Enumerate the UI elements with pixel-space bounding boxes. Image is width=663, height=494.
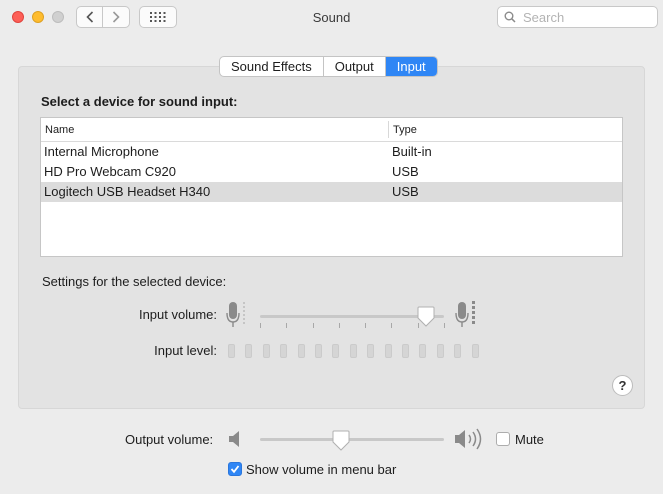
level-segment xyxy=(280,344,288,358)
search-input[interactable] xyxy=(521,8,651,26)
column-divider[interactable] xyxy=(388,121,389,138)
level-segment xyxy=(332,344,340,358)
slider-thumb[interactable] xyxy=(416,306,436,328)
table-row[interactable]: HD Pro Webcam C920 USB xyxy=(41,162,622,182)
speaker-low-icon xyxy=(229,431,239,447)
show-volume-checkbox[interactable] xyxy=(228,462,242,476)
level-segment xyxy=(471,344,479,358)
tab-input[interactable]: Input xyxy=(385,57,437,76)
settings-label: Settings for the selected device: xyxy=(42,274,227,289)
speaker-high-icon xyxy=(455,428,482,450)
table-header: Name Type xyxy=(41,118,622,142)
level-segment xyxy=(228,344,235,358)
tab-output[interactable]: Output xyxy=(324,57,386,76)
level-segment xyxy=(245,344,253,358)
level-segment xyxy=(349,344,357,358)
search-icon xyxy=(504,11,516,23)
level-segment xyxy=(262,344,270,358)
column-header-type[interactable]: Type xyxy=(393,124,417,136)
slider-tick xyxy=(286,323,288,328)
checkmark-icon xyxy=(230,465,240,474)
slider-tick xyxy=(338,323,340,328)
search-field[interactable] xyxy=(497,6,658,28)
level-segment xyxy=(454,344,462,358)
level-segment xyxy=(297,344,305,358)
input-volume-slider[interactable] xyxy=(258,306,446,332)
output-volume-slider[interactable] xyxy=(258,430,446,456)
level-segment xyxy=(419,344,427,358)
tab-sound-effects[interactable]: Sound Effects xyxy=(220,57,324,76)
device-name: Logitech USB Headset H340 xyxy=(44,184,211,199)
table-row[interactable]: Internal Microphone Built-in xyxy=(41,142,622,162)
device-type: USB xyxy=(392,164,419,179)
slider-track xyxy=(260,438,444,441)
input-level-label: Input level: xyxy=(154,343,217,358)
title-bar: Sound xyxy=(0,0,663,36)
microphone-high-icon xyxy=(455,301,475,327)
level-segment xyxy=(436,344,444,358)
level-segment xyxy=(402,344,409,358)
input-device-table[interactable]: Name Type Internal Microphone Built-in H… xyxy=(40,117,623,257)
device-name: Internal Microphone xyxy=(44,144,159,159)
slider-tick xyxy=(444,323,445,328)
show-volume-label: Show volume in menu bar xyxy=(246,462,397,477)
slider-tick xyxy=(312,323,314,328)
level-segment xyxy=(367,344,375,358)
slider-tick xyxy=(260,323,261,328)
column-header-name[interactable]: Name xyxy=(45,124,74,136)
device-list-heading: Select a device for sound input: xyxy=(41,94,238,109)
output-volume-label: Output volume: xyxy=(125,432,214,447)
device-type: USB xyxy=(392,184,419,199)
slider-tick xyxy=(365,323,367,328)
level-segment xyxy=(315,344,322,358)
mute-label: Mute xyxy=(515,432,544,447)
slider-tick xyxy=(391,323,393,328)
help-button[interactable]: ? xyxy=(612,375,633,396)
device-type: Built-in xyxy=(392,144,432,159)
tab-bar: Sound Effects Output Input xyxy=(219,56,438,77)
level-segment xyxy=(384,344,392,358)
table-row-selected[interactable]: Logitech USB Headset H340 USB xyxy=(41,182,622,202)
slider-thumb[interactable] xyxy=(331,430,351,452)
input-volume-label: Input volume: xyxy=(138,307,217,322)
mute-checkbox[interactable] xyxy=(496,432,510,446)
microphone-low-icon xyxy=(226,302,245,327)
device-name: HD Pro Webcam C920 xyxy=(44,164,176,179)
input-level-meter xyxy=(228,344,479,360)
